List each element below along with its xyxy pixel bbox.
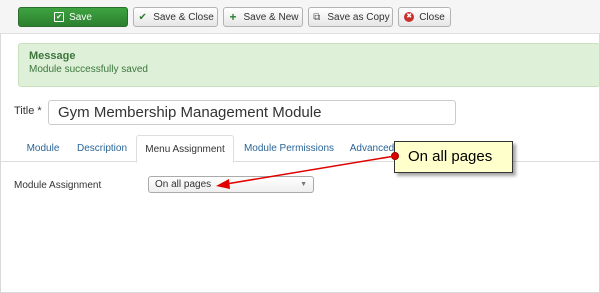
save-as-copy-button[interactable]: ⧉ Save as Copy [308,7,393,27]
module-assignment-value: On all pages [155,179,212,190]
message-body: Module successfully saved [29,64,148,75]
close-button[interactable]: ✖ Close [398,7,451,27]
title-input[interactable] [48,100,456,125]
annotation-callout-text: On all pages [408,148,493,165]
toolbar: ✔ Save ✔ Save & Close + Save & New ⧉ Sav… [0,0,600,34]
save-close-button-label: Save & Close [153,11,214,23]
module-assignment-label: Module Assignment [14,180,102,191]
tab-module-permissions[interactable]: Module Permissions [238,135,340,162]
save-icon: ✔ [54,12,65,22]
annotation-callout: On all pages [394,141,513,173]
annotation-dot [391,152,399,160]
save-button-label: Save [69,11,92,23]
chevron-down-icon: ▼ [300,181,307,188]
plus-icon: + [229,9,237,24]
title-label: Title * [14,105,42,117]
save-new-button[interactable]: + Save & New [223,7,303,27]
save-close-button[interactable]: ✔ Save & Close [133,7,218,27]
save-as-copy-button-label: Save as Copy [327,11,390,23]
close-icon: ✖ [404,12,415,22]
module-assignment-select[interactable]: On all pages ▼ [148,176,314,193]
tab-description[interactable]: Description [72,135,132,162]
message-title: Message [29,50,76,62]
tab-module[interactable]: Module [18,135,68,162]
check-icon: ✔ [138,11,147,23]
save-button[interactable]: ✔ Save [18,7,128,27]
save-new-button-label: Save & New [243,11,299,23]
close-button-label: Close [419,11,445,23]
success-message: Message Module successfully saved [18,43,600,87]
tab-menu-assignment[interactable]: Menu Assignment [136,135,234,163]
copy-icon: ⧉ [313,11,321,23]
